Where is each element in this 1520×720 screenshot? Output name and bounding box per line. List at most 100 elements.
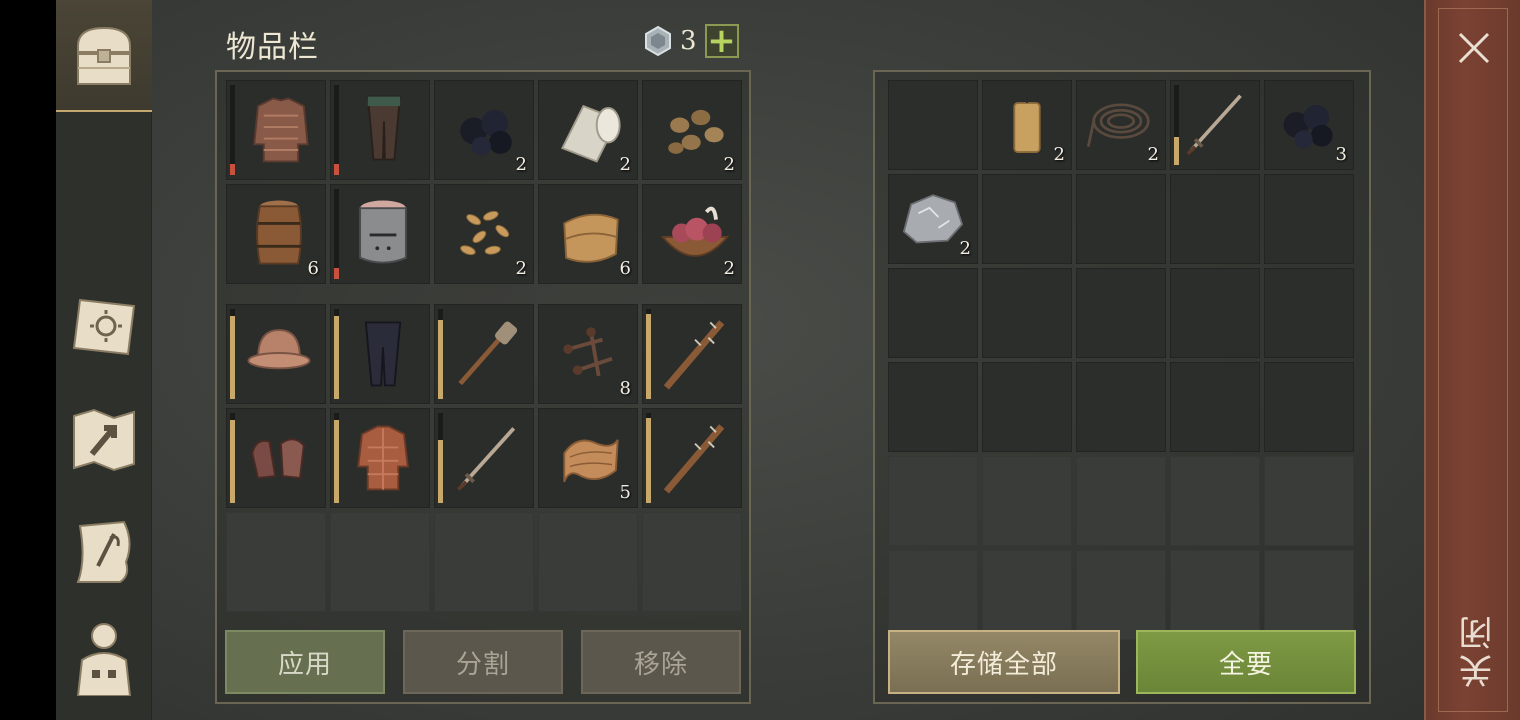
storage-slot[interactable] [1076,456,1166,546]
durability-fill [646,314,651,399]
item-quantity: 6 [619,258,631,279]
gem-count: 3 [680,26,697,56]
durability-bar [334,85,339,175]
map-icon[interactable] [64,400,144,480]
item-quantity: 2 [619,154,631,175]
storage-grid: 2 2 3 2 [888,80,1354,640]
durability-fill [230,316,235,399]
item-quantity: 2 [723,258,735,279]
storage-slot[interactable] [1076,550,1166,640]
sword-icon [457,427,516,491]
character-icon[interactable] [64,616,144,696]
empty-bag-slot[interactable] [226,512,326,612]
bag-slot[interactable]: 6 [226,184,326,284]
equipment-slot[interactable] [226,408,326,508]
storage-slot[interactable] [1170,268,1260,358]
equipment-slot[interactable]: 8 [538,304,638,404]
bag-slot[interactable] [226,80,326,180]
equipment-slot[interactable] [330,304,430,404]
remove-button[interactable]: 移除 [581,630,741,694]
bag-slot[interactable]: 2 [434,184,534,284]
empty-bag-slot[interactable] [330,512,430,612]
storage-slot[interactable]: 2 [888,174,978,264]
take-all-button[interactable]: 全要 [1136,630,1356,694]
storage-slot[interactable] [888,456,978,546]
bag-slot[interactable]: 2 [642,184,742,284]
empty-bag-slot[interactable] [434,512,534,612]
durability-bar [438,413,443,503]
durability-bar [230,413,235,503]
bag-slot[interactable] [330,184,430,284]
empty-bag-slot[interactable] [642,512,742,612]
durability-fill [438,319,443,399]
item-quantity: 3 [1335,144,1347,165]
empty-bag-row [226,512,742,612]
side-nav [56,0,152,720]
storage-slot[interactable] [982,550,1072,640]
padded-pants-icon [364,321,402,387]
bag-slot[interactable] [330,80,430,180]
nav-tab-inventory[interactable] [56,0,152,112]
storage-slot[interactable] [888,550,978,640]
storage-slot[interactable] [1076,174,1166,264]
equipment-grid: 85 [226,304,742,508]
storage-slot[interactable] [1264,174,1354,264]
storage-slot[interactable] [888,268,978,358]
storage-slot[interactable] [1170,80,1260,170]
close-icon[interactable] [1456,30,1492,66]
storage-slot[interactable] [1076,362,1166,452]
bag-slot[interactable]: 2 [434,80,534,180]
item-quantity: 2 [723,154,735,175]
store-all-button[interactable]: 存储全部 [888,630,1120,694]
padded-jacket-icon [357,425,409,491]
storage-slot[interactable]: 3 [1264,80,1354,170]
storage-slot[interactable] [982,268,1072,358]
add-gems-button[interactable]: + [704,24,739,58]
storage-slot[interactable] [1264,268,1354,358]
storage-slot[interactable]: 2 [982,80,1072,170]
equipment-slot[interactable] [226,304,326,404]
chainmail-leggings-icon [366,95,402,161]
equipment-slot[interactable] [642,304,742,404]
storage-slot[interactable] [1264,456,1354,546]
storage-slot[interactable] [982,456,1072,546]
close-panel[interactable]: 关闭 [1424,0,1520,720]
item-quantity: 2 [1147,144,1159,165]
storage-slot[interactable] [1076,268,1166,358]
close-label: 关闭 [1459,612,1499,688]
storage-slot[interactable] [982,174,1072,264]
storage-slot[interactable] [1170,362,1260,452]
storage-slot[interactable] [888,362,978,452]
storage-slot[interactable] [1264,550,1354,640]
equipment-slot[interactable]: 5 [538,408,638,508]
empty-bag-slot[interactable] [538,512,638,612]
gem-counter: 3 + [642,24,739,58]
durability-bar [438,309,443,399]
kettle-helmet-icon [247,329,311,370]
item-quantity: 2 [515,258,527,279]
bag-slot[interactable]: 2 [538,80,638,180]
chainmail-shirt-icon [253,97,309,163]
storage-slot[interactable] [1170,456,1260,546]
durability-fill [646,418,651,503]
equipment-slot[interactable] [434,304,534,404]
durability-bar [230,309,235,399]
apply-button[interactable]: 应用 [225,630,385,694]
iron-helmet-icon [359,200,407,264]
storage-slot[interactable] [982,362,1072,452]
quest-scroll-icon[interactable] [64,512,144,592]
bag-slot[interactable]: 2 [642,80,742,180]
storage-slot[interactable] [888,80,978,170]
equipment-slot[interactable] [434,408,534,508]
storage-slot[interactable] [1264,362,1354,452]
storage-slot[interactable] [1170,550,1260,640]
bag-slot[interactable]: 6 [538,184,638,284]
durability-fill [230,420,235,503]
split-button[interactable]: 分割 [403,630,563,694]
equipment-slot[interactable] [330,408,430,508]
equipment-slot[interactable] [642,408,742,508]
storage-slot[interactable] [1170,174,1260,264]
storage-slot[interactable]: 2 [1076,80,1166,170]
skills-book-icon[interactable] [64,288,144,368]
durability-bar [334,309,339,399]
